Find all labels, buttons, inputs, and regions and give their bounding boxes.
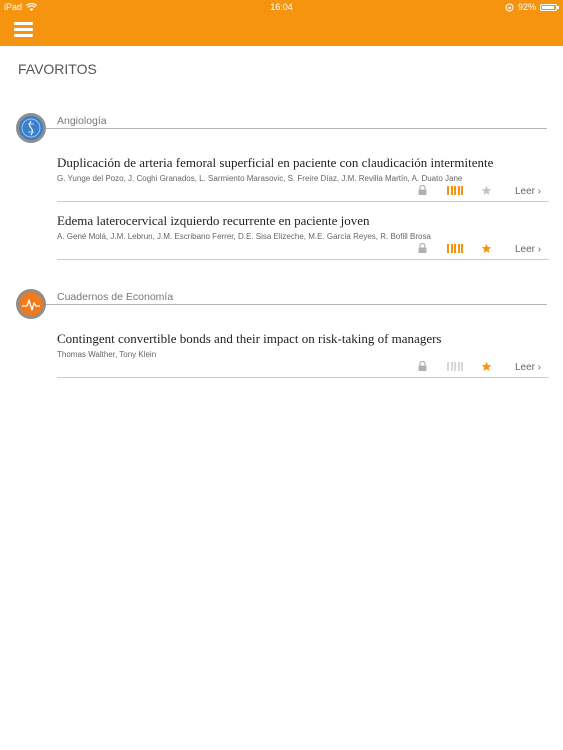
battery-icon xyxy=(540,3,559,11)
level-bar xyxy=(447,186,449,195)
level-bar xyxy=(454,186,456,195)
level-bar xyxy=(457,362,460,371)
section-divider xyxy=(46,128,547,129)
level-bar xyxy=(457,244,460,253)
level-bar xyxy=(450,362,453,371)
lock-icon[interactable] xyxy=(418,243,427,253)
level-bars-icon[interactable] xyxy=(447,186,463,195)
status-time: 16:04 xyxy=(270,2,293,12)
status-bar: iPad 16:04 92% xyxy=(0,0,563,14)
level-bar xyxy=(454,362,456,371)
chevron-right-icon: › xyxy=(535,244,542,255)
navigation-bar xyxy=(0,14,563,46)
section-divider xyxy=(46,304,547,305)
article-authors: Thomas Walther, Tony Klein xyxy=(57,350,157,359)
read-label: Leer xyxy=(515,244,536,255)
favorite-star-icon[interactable] xyxy=(481,185,492,196)
article-divider xyxy=(57,259,549,260)
favorite-star-icon[interactable] xyxy=(481,361,492,372)
economia-journal-icon xyxy=(16,289,46,319)
level-bar xyxy=(461,362,463,371)
page-title: FAVORITOS xyxy=(18,61,97,77)
level-bar xyxy=(461,186,463,195)
read-button[interactable]: Leer › xyxy=(515,186,541,197)
level-bar xyxy=(454,244,456,253)
read-button[interactable]: Leer › xyxy=(515,244,541,255)
article-title[interactable]: Contingent convertible bonds and their i… xyxy=(57,331,442,347)
hamburger-menu-icon[interactable] xyxy=(14,22,33,38)
chevron-right-icon: › xyxy=(535,362,542,373)
level-bar xyxy=(457,186,460,195)
battery-percentage: 92% xyxy=(517,2,536,12)
angiologia-journal-icon xyxy=(16,113,46,143)
article-title[interactable]: Edema laterocervical izquierdo recurrent… xyxy=(57,213,370,229)
article-title[interactable]: Duplicación de arteria femoral superfici… xyxy=(57,155,493,171)
level-bars-icon[interactable] xyxy=(447,362,463,371)
level-bar xyxy=(450,186,453,195)
favorite-star-icon[interactable] xyxy=(481,243,492,254)
rotation-lock-icon xyxy=(505,3,514,11)
read-label: Leer xyxy=(515,186,536,197)
article-divider xyxy=(57,377,549,378)
lock-icon[interactable] xyxy=(418,185,427,195)
level-bar xyxy=(461,244,463,253)
read-label: Leer xyxy=(515,362,536,373)
section-label-angiologia: Angiología xyxy=(57,115,107,127)
article-divider xyxy=(57,201,549,202)
level-bar xyxy=(447,362,449,371)
section-label-economia: Cuadernos de Economía xyxy=(57,291,174,303)
level-bar xyxy=(450,244,453,253)
level-bars-icon[interactable] xyxy=(447,244,463,253)
read-button[interactable]: Leer › xyxy=(515,362,541,373)
level-bar xyxy=(447,244,449,253)
article-authors: A. Gené Molá, J.M. Lebrun, J.M. Escriban… xyxy=(57,232,431,241)
chevron-right-icon: › xyxy=(535,186,542,197)
article-authors: G. Yunge del Pozo, J. Coghi Granados, L.… xyxy=(57,174,463,183)
lock-icon[interactable] xyxy=(418,361,427,371)
